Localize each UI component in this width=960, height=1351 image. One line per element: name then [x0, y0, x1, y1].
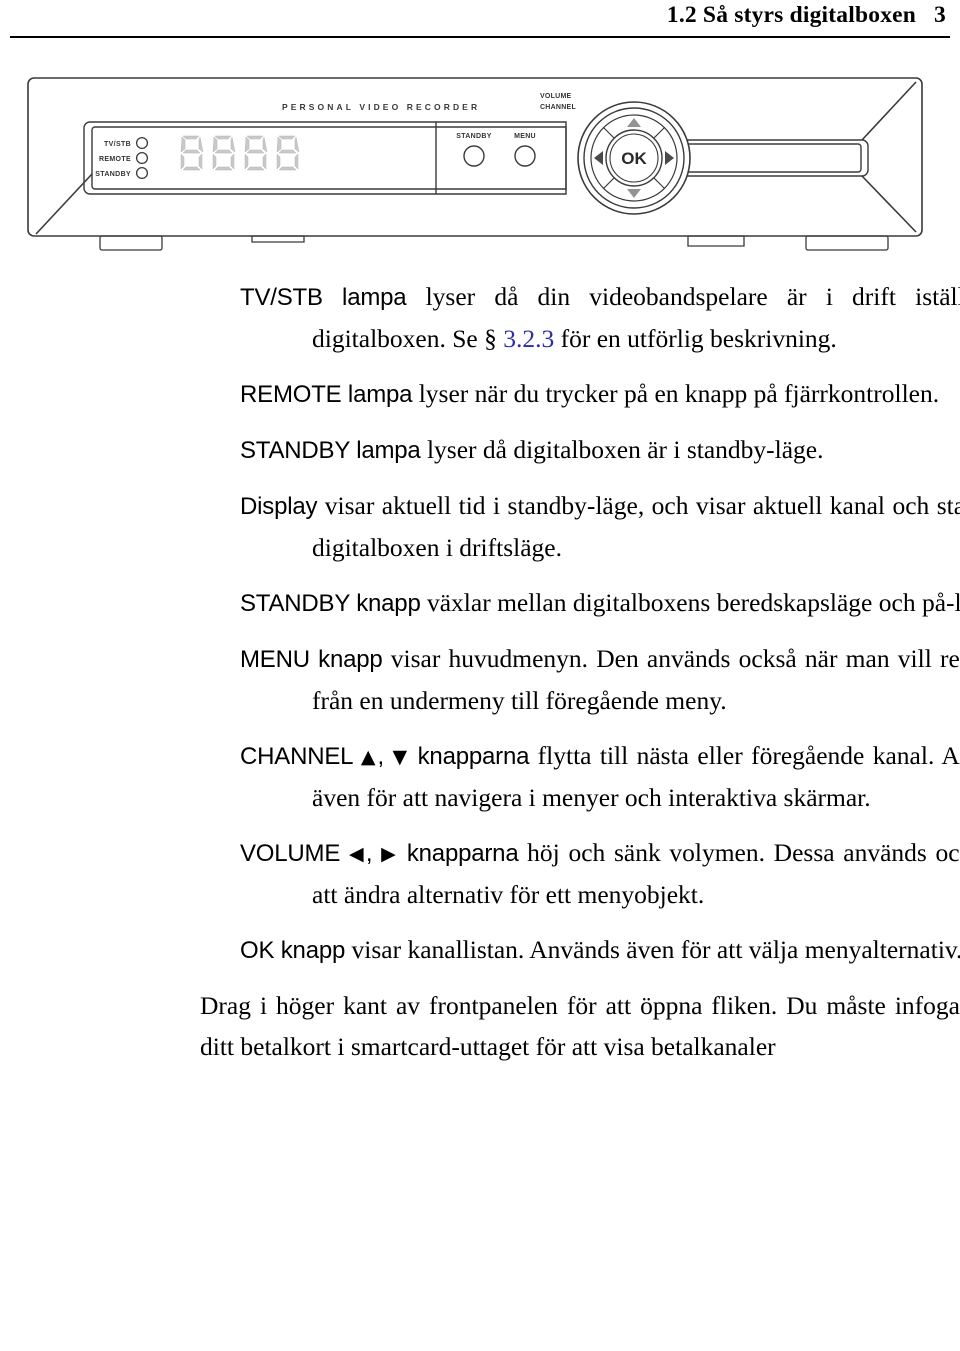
- paragraph-tvstb: TV/STB lampa lyser då din videobandspela…: [240, 276, 960, 359]
- navpad-volume-label: VOLUME: [540, 93, 572, 100]
- display-digit-3: [244, 135, 268, 171]
- navpad-axis-labels: VOLUME CHANNEL: [540, 93, 576, 111]
- bevel-line-right-top: [861, 81, 917, 141]
- chassis-foot-1: [99, 235, 163, 251]
- paragraph-standby-button-text: växlar mellan digitalboxens beredskapslä…: [420, 588, 960, 617]
- paragraph-ok-button: OK knapp visar kanallistan. Används även…: [240, 929, 960, 971]
- paragraph-volume-buttons: VOLUME ◀, ▶ knapparna höj och sänk volym…: [240, 832, 960, 915]
- term-channel-suffix: knapparna: [409, 743, 530, 770]
- term-menu-button: MENU knapp: [240, 646, 383, 673]
- led-indicator-standby: [135, 166, 149, 180]
- push-button-menu: [514, 145, 536, 167]
- cross-reference-link-323[interactable]: 3.2.3: [503, 324, 554, 353]
- brand-label: PERSONAL VIDEO RECORDER: [282, 102, 480, 112]
- push-button-label-standby: STANDBY: [456, 133, 491, 140]
- page-running-header: 1.2 Så styrs digitalboxen 3: [0, 0, 960, 46]
- term-volume-suffix: knapparna: [398, 840, 519, 867]
- term-ok-button: OK knapp: [240, 937, 346, 964]
- header-divider-rule: [10, 36, 950, 38]
- paragraph-standby-lamp: STANDBY lampa lyser då digitalboxen är i…: [240, 429, 960, 471]
- paragraph-standby-lamp-text: lyser då digitalboxen är i standby-läge.: [420, 435, 824, 464]
- push-button-group: STANDBY MENU: [456, 133, 536, 167]
- display-digit-1: [180, 135, 204, 171]
- led-label-tvstb: TV/STB: [104, 141, 131, 148]
- paragraph-ok-button-text: visar kanallistan. Används även för att …: [345, 935, 960, 964]
- term-channel-separator: ,: [377, 743, 393, 770]
- control-bezel-outer: [83, 121, 567, 195]
- paragraph-menu-button-text: visar huvudmenyn. Den används också när …: [312, 644, 960, 715]
- led-indicator-group: TV/STB REMOTE STANDBY: [95, 136, 149, 180]
- triangle-up-icon: ▲: [360, 746, 378, 768]
- triangle-left-icon: ◀: [348, 843, 366, 865]
- paragraph-remote-text: lyser när du trycker på en knapp på fjär…: [412, 379, 940, 408]
- seven-segment-display: [180, 135, 300, 171]
- push-button-label-menu: MENU: [514, 133, 536, 140]
- paragraph-channel-buttons: CHANNEL ▲, ▼ knapparna flytta till nästa…: [240, 735, 960, 818]
- display-digit-2: [212, 135, 236, 171]
- control-bezel-inner: [91, 126, 567, 190]
- term-remote-lamp: REMOTE lampa: [240, 381, 413, 408]
- paragraph-tab-note: Drag i höger kant av frontpanelen för at…: [200, 991, 960, 1061]
- term-volume-separator: ,: [365, 840, 382, 867]
- chassis-foot-2: [251, 235, 305, 243]
- paragraph-standby-button: STANDBY knapp växlar mellan digitalboxen…: [240, 582, 960, 624]
- paragraph-menu-button: MENU knapp visar huvudmenyn. Den används…: [240, 638, 960, 721]
- triangle-down-icon: ▼: [392, 746, 410, 768]
- chassis-foot-4: [805, 235, 889, 251]
- term-volume-prefix: VOLUME: [240, 840, 349, 867]
- page-title: 1.2 Så styrs digitalboxen: [666, 2, 917, 28]
- paragraph-display-text: visar aktuell tid i standby-läge, och vi…: [312, 491, 960, 562]
- navpad-channel-label: CHANNEL: [540, 104, 576, 111]
- display-digit-4: [276, 135, 300, 171]
- page-number: 3: [934, 2, 946, 28]
- term-tvstb-lamp: TV/STB lampa: [240, 284, 407, 311]
- term-standby-button: STANDBY knapp: [240, 590, 421, 617]
- body-copy-region: TV/STB lampa lyser då din videobandspela…: [0, 276, 960, 1067]
- paragraph-tvstb-text-after-link: för en utförlig beskrivning.: [554, 324, 837, 353]
- triangle-right-icon: ▶: [381, 843, 399, 865]
- device-front-panel-figure: PERSONAL VIDEO RECORDER TV/STB REMOTE ST…: [0, 66, 960, 266]
- paragraph-remote: REMOTE lampa lyser när du trycker på en …: [240, 373, 960, 415]
- bevel-line-right-bottom: [861, 175, 917, 233]
- navigation-pad: OK: [577, 101, 691, 215]
- led-label-standby: STANDBY: [95, 171, 131, 178]
- term-standby-lamp: STANDBY lampa: [240, 437, 421, 464]
- push-button-standby: [463, 145, 485, 167]
- term-channel-prefix: CHANNEL: [240, 743, 361, 770]
- led-indicator-remote: [135, 151, 149, 165]
- navpad-ok-label: OK: [621, 149, 647, 168]
- header-text-block: 1.2 Så styrs digitalboxen 3: [667, 2, 946, 29]
- led-indicator-tvstb: [135, 136, 149, 150]
- led-label-remote: REMOTE: [99, 156, 131, 163]
- paragraph-display: Display visar aktuell tid i standby-läge…: [240, 485, 960, 568]
- term-display: Display: [240, 493, 318, 520]
- chassis-foot-3: [687, 235, 745, 247]
